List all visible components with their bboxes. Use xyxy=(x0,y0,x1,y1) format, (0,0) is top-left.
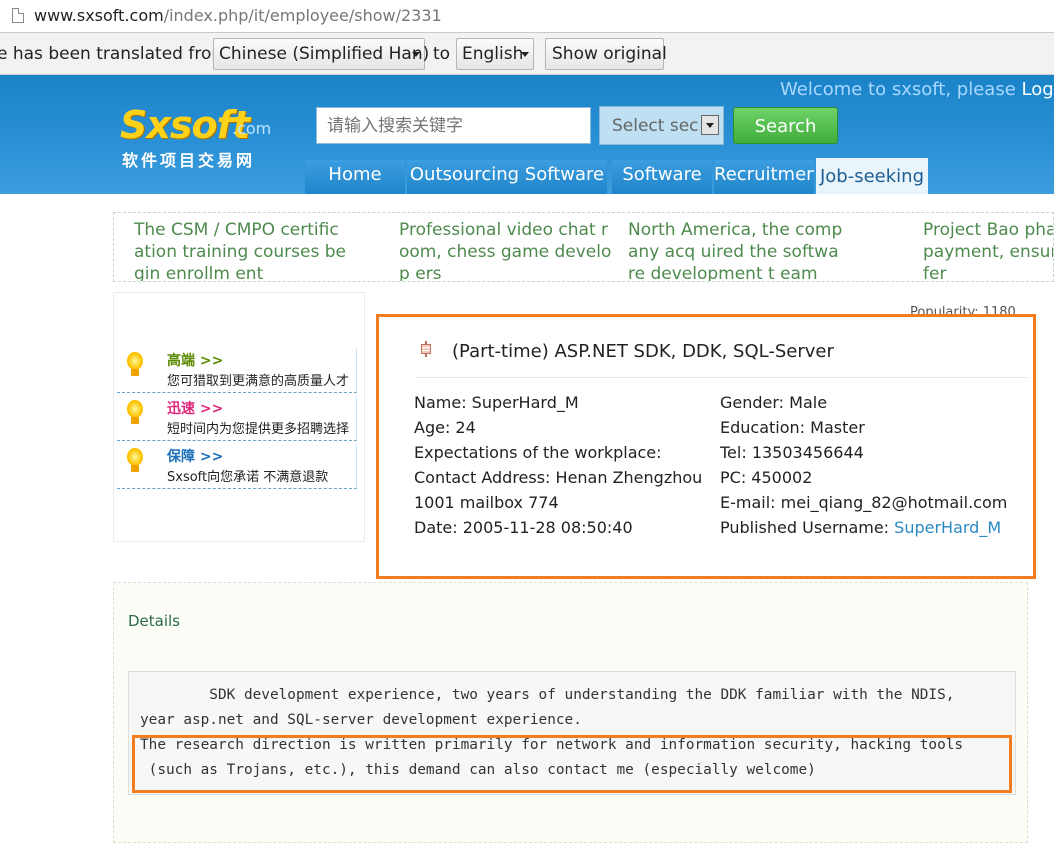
pc-field: PC: 450002 xyxy=(720,468,813,487)
logo-com: .com xyxy=(232,119,272,138)
email-field: E-mail: mei_qiang_82@hotmail.com xyxy=(720,493,1008,512)
nav-tab-software[interactable]: Software xyxy=(612,160,712,194)
translate-prefix-text: e has been translated from xyxy=(0,44,228,64)
nav-tab-home[interactable]: Home xyxy=(305,160,405,194)
details-label: Details xyxy=(128,612,181,630)
published-label: Published Username: xyxy=(720,518,890,537)
site-logo[interactable]: Sxsoft .com 软件项目交易网 xyxy=(120,103,271,170)
dropdown-arrow-icon xyxy=(521,52,529,57)
tel-field: Tel: 13503456644 xyxy=(720,443,864,462)
translate-to-text: to xyxy=(433,44,451,64)
details-section: Details SDK development experience, two … xyxy=(113,582,1028,843)
date-field: Date: 2005-11-28 08:50:40 xyxy=(414,518,633,537)
pencil-icon xyxy=(421,341,431,357)
age-field: Age: 24 xyxy=(414,418,476,437)
lightbulb-icon xyxy=(125,400,145,426)
promo-item: 保障 >> Sxsoft向您承诺 不满意退款 xyxy=(117,444,357,489)
news-link[interactable]: Project Bao pha payment, ensuri fer xyxy=(923,219,1053,281)
page-icon xyxy=(12,8,24,23)
gender-field: Gender: Male xyxy=(720,393,828,412)
search-input[interactable] xyxy=(316,107,591,144)
lightbulb-icon xyxy=(125,352,145,378)
search-category-label: Select sec xyxy=(612,116,699,136)
login-link[interactable]: Log xyxy=(1022,79,1054,100)
url-text[interactable]: www.sxsoft.com/index.php/it/employee/sho… xyxy=(34,6,442,25)
news-link[interactable]: The CSM / CMPO certification training co… xyxy=(134,219,349,281)
education-field: Education: Master xyxy=(720,418,865,437)
details-text-box: SDK development experience, two years of… xyxy=(128,671,1016,795)
welcome-text: Welcome to sxsoft, please xyxy=(780,79,1016,100)
nav-tab-recruitment[interactable]: Recruitmen xyxy=(714,160,814,194)
logo-subtitle: 软件项目交易网 xyxy=(122,151,256,170)
promo-sidebar: 高端 >> 您可猎取到更满意的高质量人才 迅速 >> 短时间内为您提供更多招聘选… xyxy=(113,292,365,542)
published-username-field: Published Username: SuperHard_M xyxy=(720,518,1001,537)
promo-item: 高端 >> 您可猎取到更满意的高质量人才 xyxy=(117,348,357,393)
published-username-link[interactable]: SuperHard_M xyxy=(894,518,1001,537)
divider xyxy=(415,377,1027,378)
search-button[interactable]: Search xyxy=(733,107,838,144)
welcome-message: Welcome to sxsoft, please Log xyxy=(780,79,1054,100)
chevron-down-icon[interactable] xyxy=(701,115,719,135)
news-link[interactable]: Professional video chat r oom, chess gam… xyxy=(399,219,614,281)
from-language-label: Chinese (Simplified Han) xyxy=(219,44,430,64)
promo-item: 迅速 >> 短时间内为您提供更多招聘选择 xyxy=(117,396,357,441)
url-host: www.sxsoft.com xyxy=(34,6,164,25)
promo-description: 短时间内为您提供更多招聘选择 xyxy=(167,422,350,437)
search-category-select[interactable]: Select sec xyxy=(599,106,724,145)
show-original-button[interactable]: Show original xyxy=(545,38,667,70)
promo-title[interactable]: 迅速 >> xyxy=(167,398,223,418)
logo-wordmark: Sxsoft xyxy=(120,103,250,147)
lightbulb-icon xyxy=(125,448,145,474)
nav-tab-job-seeking[interactable]: Job-seeking xyxy=(816,158,928,194)
news-ticker: The CSM / CMPO certification training co… xyxy=(113,212,1054,282)
to-language-dropdown[interactable]: English xyxy=(456,38,534,70)
details-line: year asp.net and SQL-server development … xyxy=(140,712,582,728)
site-header: Welcome to sxsoft, please Log Sxsoft .co… xyxy=(0,75,1054,194)
highlight-box xyxy=(132,735,1012,793)
details-line: SDK development experience, two years of… xyxy=(140,687,955,703)
news-link[interactable]: North America, the company acq uired the… xyxy=(628,219,843,281)
promo-title[interactable]: 保障 >> xyxy=(167,446,223,466)
translate-bar: e has been translated from Chinese (Simp… xyxy=(0,33,1054,75)
promo-description: 您可猎取到更满意的高质量人才 xyxy=(167,374,350,389)
to-language-label: English xyxy=(462,44,524,64)
expectations-field: Expectations of the workplace: xyxy=(414,443,662,462)
url-path: /index.php/it/employee/show/2331 xyxy=(163,6,442,25)
name-field: Name: SuperHard_M xyxy=(414,393,579,412)
dropdown-arrow-icon xyxy=(412,52,420,57)
promo-description: Sxsoft向您承诺 不满意退款 xyxy=(167,470,329,485)
from-language-dropdown[interactable]: Chinese (Simplified Han) xyxy=(213,38,429,70)
promo-title[interactable]: 高端 >> xyxy=(167,350,223,370)
profile-info-panel: (Part-time) ASP.NET SDK, DDK, SQL-Server… xyxy=(376,314,1036,579)
contact-address-field: Contact Address: Henan Zhengzhou xyxy=(414,468,703,487)
contact-address-line2: 1001 mailbox 774 xyxy=(414,493,559,512)
nav-tab-outsourcing-software[interactable]: Outsourcing Software xyxy=(407,160,607,194)
job-title: (Part-time) ASP.NET SDK, DDK, SQL-Server xyxy=(452,341,834,362)
address-bar[interactable]: www.sxsoft.com/index.php/it/employee/sho… xyxy=(0,0,1054,33)
